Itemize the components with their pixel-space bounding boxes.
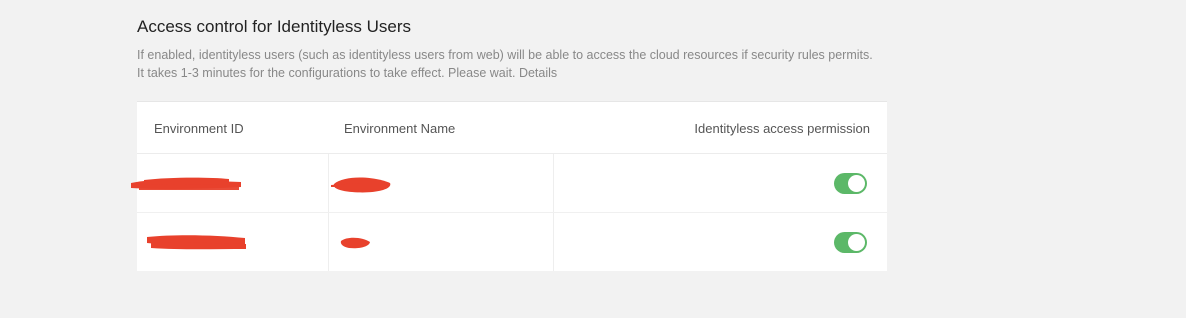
identityless-access-toggle[interactable] bbox=[834, 232, 867, 253]
environment-name-cell bbox=[328, 154, 554, 212]
redacted-environment-id bbox=[147, 235, 246, 250]
column-header-environment-name: Environment Name bbox=[344, 121, 456, 136]
environment-id-cell bbox=[137, 213, 329, 271]
redacted-environment-id bbox=[131, 177, 241, 190]
environment-table: Environment ID Environment Name Identity… bbox=[131, 101, 887, 271]
description-text: If enabled, identityless users (such as … bbox=[137, 48, 873, 80]
table-row bbox=[137, 213, 887, 271]
redacted-environment-name bbox=[331, 177, 391, 193]
redacted-environment-name bbox=[340, 237, 370, 249]
table-row bbox=[131, 154, 887, 213]
column-header-identityless-access-permission: Identityless access permission bbox=[694, 121, 870, 136]
identityless-access-toggle[interactable] bbox=[834, 173, 867, 194]
table-header: Environment ID Environment Name Identity… bbox=[137, 102, 887, 154]
column-header-environment-id: Environment ID bbox=[154, 121, 244, 136]
toggle-knob bbox=[848, 234, 865, 251]
environment-name-cell bbox=[328, 213, 554, 271]
details-link[interactable]: Details bbox=[519, 66, 557, 80]
environment-id-cell bbox=[131, 154, 329, 212]
section-description: If enabled, identityless users (such as … bbox=[137, 46, 877, 82]
access-permission-cell bbox=[553, 154, 887, 212]
section-title: Access control for Identityless Users bbox=[137, 17, 411, 36]
toggle-knob bbox=[848, 175, 865, 192]
access-permission-cell bbox=[553, 213, 887, 271]
